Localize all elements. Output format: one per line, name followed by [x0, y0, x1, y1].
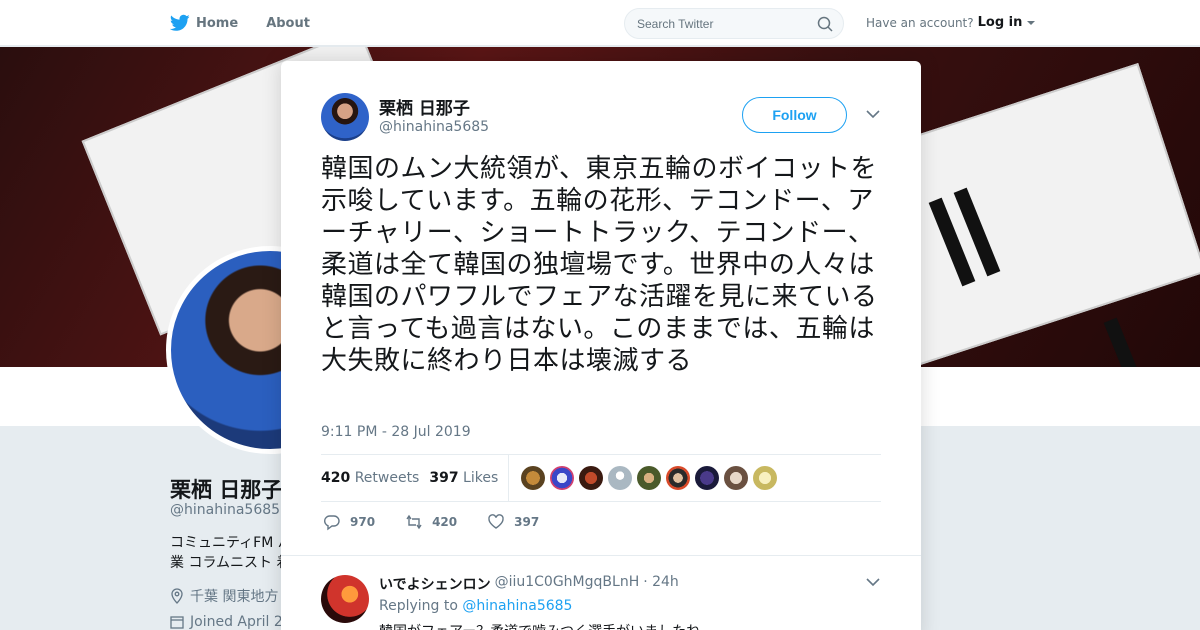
liker-avatars	[521, 466, 778, 490]
about-label: About	[266, 15, 310, 31]
tweet-stats: 420 Retweets 397 Likes	[321, 454, 881, 502]
search-box[interactable]	[624, 8, 844, 39]
search-icon[interactable]	[817, 16, 833, 32]
heart-icon	[488, 514, 504, 529]
tweet-timestamp[interactable]: 9:11 PM - 28 Jul 2019	[321, 424, 471, 440]
author-handle[interactable]: @hinahina5685	[379, 119, 489, 135]
profile-handle[interactable]: @hinahina5685	[170, 502, 280, 518]
author-avatar[interactable]	[321, 93, 369, 141]
reply-header: いでよシェンロン @iiu1C0GhMgqBLnH · 24h	[379, 574, 679, 594]
profile-name: 栗栖 日那子	[170, 478, 283, 502]
twitter-bird-icon	[170, 14, 190, 31]
chevron-down-icon[interactable]	[866, 577, 880, 587]
retweet-button[interactable]: 420	[405, 513, 457, 531]
home-link[interactable]: Home	[170, 14, 238, 32]
reply-icon	[324, 515, 340, 531]
likes-count: 397	[429, 470, 459, 486]
home-label: Home	[196, 15, 239, 31]
banner-trigram	[1103, 317, 1151, 367]
reply-author-handle[interactable]: @iiu1C0GhMgqBLnH	[495, 574, 640, 594]
liker-avatar[interactable]	[666, 466, 691, 490]
likes-stat[interactable]: 397 Likes	[429, 470, 498, 486]
liker-avatar[interactable]	[521, 466, 546, 490]
nav-left: Home About	[170, 0, 310, 46]
liker-avatar[interactable]	[753, 466, 778, 490]
stats-divider	[508, 454, 510, 502]
retweets-label: Retweets	[354, 470, 420, 486]
liker-avatar[interactable]	[550, 466, 575, 490]
profile-bio: コミュニティFM パ 業 コラムニスト 着	[170, 535, 290, 571]
tweet-modal: 栗栖 日那子 @hinahina5685 Follow 韓国のムン大統領が、東京…	[281, 61, 921, 630]
close-icon[interactable]	[1156, 14, 1176, 34]
tweet-actions: 970 420 397	[323, 513, 539, 531]
reply-divider	[281, 555, 921, 556]
likes-label: Likes	[463, 470, 499, 486]
about-link[interactable]: About	[266, 16, 310, 31]
author-name[interactable]: 栗栖 日那子	[379, 94, 470, 119]
reply-button[interactable]: 970	[323, 513, 375, 531]
tweet-text: 韓国のムン大統領が、東京五輪のボイコットを示唆しています。五輪の花形、テコンドー…	[321, 154, 878, 376]
profile-location-text: 千葉 関東地方	[190, 589, 279, 605]
reply-time[interactable]: · 24h	[643, 574, 679, 594]
liker-avatar[interactable]	[724, 466, 749, 490]
reply-count: 970	[350, 515, 376, 529]
location-pin-icon	[171, 588, 183, 604]
like-count: 397	[514, 515, 540, 529]
retweets-stat[interactable]: 420 Retweets	[321, 470, 419, 486]
chevron-down-icon[interactable]	[866, 109, 880, 119]
search-input[interactable]	[637, 16, 807, 31]
calendar-icon	[170, 616, 184, 629]
profile-location: 千葉 関東地方	[170, 586, 278, 606]
liker-avatar[interactable]	[608, 466, 633, 490]
login-link[interactable]: Log in	[978, 15, 1023, 30]
reply-text: 韓国がフェアー？柔道で噛みつく選手がいましたね	[379, 621, 700, 630]
liker-avatar[interactable]	[579, 466, 604, 490]
replying-to-link[interactable]: @hinahina5685	[462, 598, 572, 614]
account-prompt: Have an account?	[866, 15, 974, 30]
replying-prefix: Replying to	[379, 598, 458, 614]
retweets-count: 420	[321, 470, 351, 486]
follow-button[interactable]: Follow	[742, 97, 847, 133]
retweet-count: 420	[432, 515, 458, 529]
retweet-icon	[406, 514, 422, 530]
liker-avatar[interactable]	[695, 466, 720, 490]
profile-joined-text: Joined April 20	[190, 614, 292, 630]
reply-author-avatar[interactable]	[321, 575, 369, 623]
like-button[interactable]: 397	[487, 513, 539, 531]
caret-down-icon	[1027, 20, 1036, 25]
top-navigation-bar: Home About Have an account? Log in	[0, 0, 1200, 46]
reply-author-name[interactable]: いでよシェンロン	[379, 574, 491, 594]
account-menu[interactable]: Have an account? Log in	[866, 15, 1036, 30]
liker-avatar[interactable]	[637, 466, 662, 490]
profile-joined: Joined April 20	[170, 614, 292, 630]
replying-to: Replying to @hinahina5685	[379, 598, 572, 614]
